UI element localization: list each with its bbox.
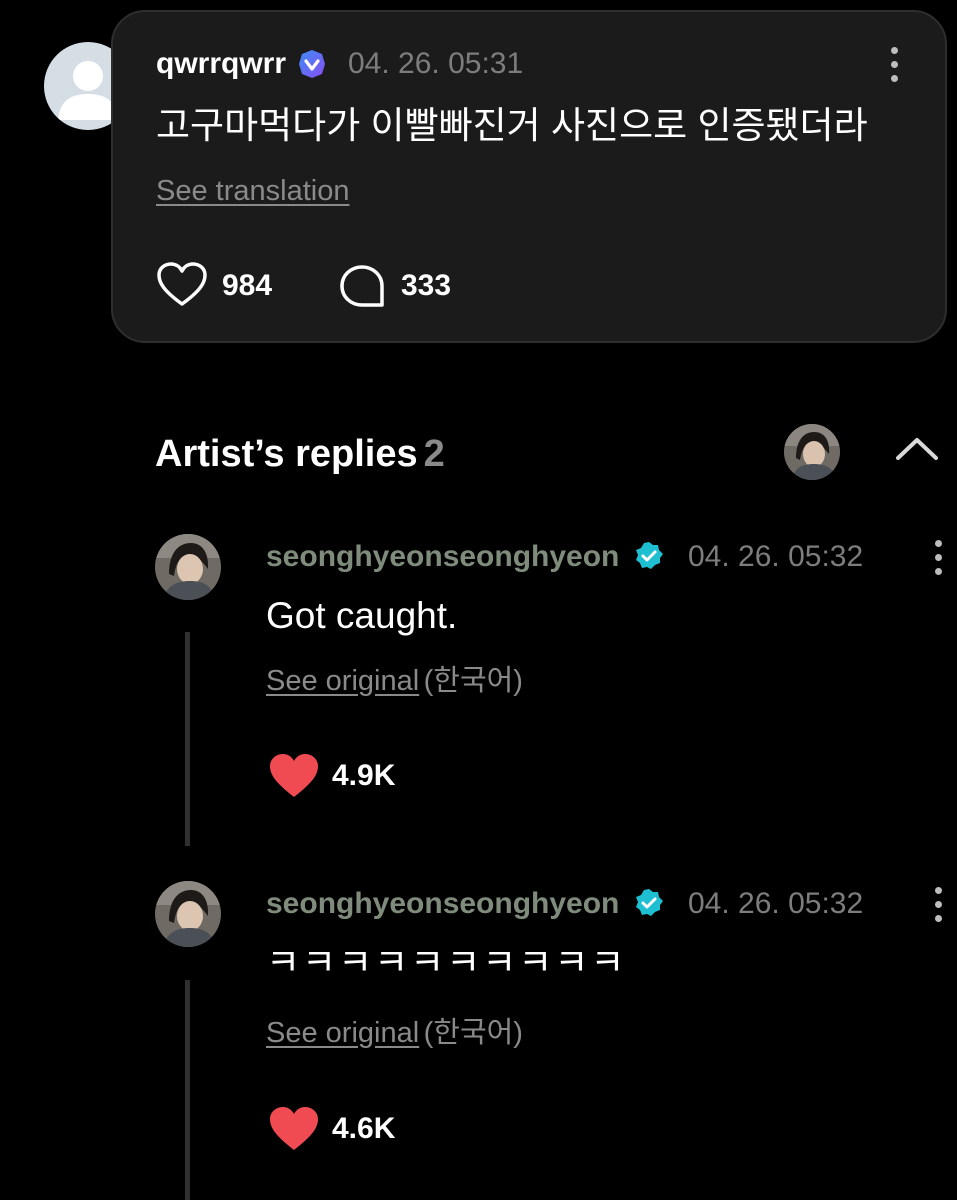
reply-thread-line bbox=[185, 980, 190, 1200]
reply-like-button[interactable] bbox=[268, 752, 320, 800]
reply-language: (한국어) bbox=[423, 665, 523, 697]
heart-filled-icon bbox=[270, 1107, 318, 1150]
heart-outline-icon bbox=[157, 262, 207, 306]
reply-more-options-icon[interactable] bbox=[930, 540, 946, 580]
reply-language: (한국어) bbox=[423, 1017, 523, 1049]
reply-thread-line bbox=[185, 632, 190, 846]
reply-more-options-icon[interactable] bbox=[930, 887, 946, 927]
artist-replies-count: 2 bbox=[423, 433, 445, 475]
post-comment-count: 333 bbox=[401, 269, 452, 302]
verified-badge-icon bbox=[634, 888, 664, 918]
reply-timestamp: 04. 26. 05:32 bbox=[688, 887, 864, 920]
reply-username[interactable]: seonghyeonseonghyeon bbox=[266, 886, 619, 922]
artist-photo bbox=[155, 534, 221, 600]
reply-avatar[interactable] bbox=[155, 881, 221, 947]
artist-photo bbox=[784, 424, 840, 480]
see-original-link[interactable]: See original bbox=[266, 1017, 419, 1049]
comment-button[interactable] bbox=[338, 263, 386, 309]
comment-bubble-icon bbox=[340, 265, 384, 307]
like-button[interactable] bbox=[156, 261, 208, 309]
post-text: 고구마먹다가 이빨빠진거 사진으로 인증됐더라 bbox=[156, 105, 868, 146]
reply-like-button[interactable] bbox=[268, 1105, 320, 1153]
reply-original-row: See original (한국어) bbox=[266, 664, 523, 698]
post-username[interactable]: qwrrqwrr bbox=[156, 46, 286, 82]
reply-like-count: 4.9K bbox=[332, 759, 396, 792]
post-more-options-icon[interactable] bbox=[886, 47, 902, 87]
post-like-count: 984 bbox=[222, 269, 273, 302]
reply-like-count: 4.6K bbox=[332, 1112, 396, 1145]
fan-badge-icon bbox=[296, 48, 328, 80]
artist-avatar-small[interactable] bbox=[784, 424, 840, 480]
reply-text: ㅋㅋㅋㅋㅋㅋㅋㅋㅋㅋ bbox=[266, 942, 627, 983]
artist-replies-header: Artist’s replies 2 bbox=[155, 432, 445, 476]
verified-badge-icon bbox=[634, 541, 664, 571]
artist-photo bbox=[155, 881, 221, 947]
heart-filled-icon bbox=[270, 754, 318, 797]
collapse-replies-button[interactable] bbox=[894, 434, 940, 464]
reply-username[interactable]: seonghyeonseonghyeon bbox=[266, 539, 619, 575]
see-translation-link[interactable]: See translation bbox=[156, 174, 349, 208]
reply-timestamp: 04. 26. 05:32 bbox=[688, 540, 864, 573]
reply-text: Got caught. bbox=[266, 595, 458, 636]
artist-replies-title: Artist’s replies bbox=[155, 433, 418, 475]
reply-original-row: See original (한국어) bbox=[266, 1016, 523, 1050]
reply-avatar[interactable] bbox=[155, 534, 221, 600]
chevron-up-icon bbox=[896, 438, 938, 460]
see-original-link[interactable]: See original bbox=[266, 665, 419, 697]
post-timestamp: 04. 26. 05:31 bbox=[348, 47, 524, 80]
